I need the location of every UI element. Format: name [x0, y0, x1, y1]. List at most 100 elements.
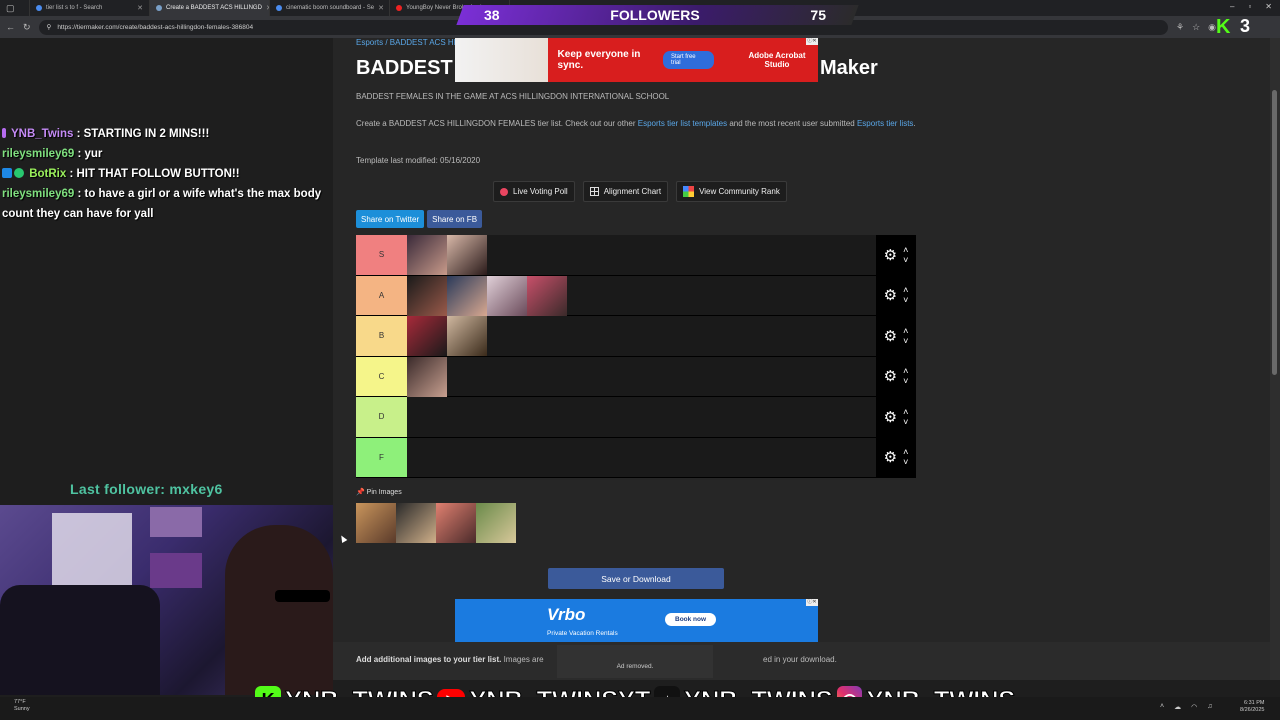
- pin-images-label[interactable]: 📌 Pin Images: [356, 488, 402, 496]
- tab-tier-list-search[interactable]: tier list s to f - Search ✕: [30, 0, 150, 16]
- close-icon[interactable]: ✕: [378, 4, 384, 12]
- tier-items[interactable]: [407, 397, 876, 437]
- page-scrollbar[interactable]: [1270, 38, 1280, 680]
- stream-chat: YNB_Twins : STARTING IN 2 MINS!!! rileys…: [2, 124, 322, 224]
- chevron-up-icon[interactable]: ˄: [903, 407, 908, 417]
- chevron-down-icon[interactable]: ˅: [903, 295, 908, 305]
- tier-label[interactable]: D: [356, 397, 407, 437]
- cloud-icon[interactable]: ☁: [1174, 703, 1181, 711]
- tab-search[interactable]: ▢: [0, 0, 30, 16]
- chevron-down-icon[interactable]: ˅: [903, 457, 908, 467]
- tier-image[interactable]: [527, 275, 567, 316]
- tier-image[interactable]: [447, 316, 487, 356]
- taskbar-clock[interactable]: 6:31 PM 8/26/2025: [1240, 700, 1264, 714]
- close-icon[interactable]: ✕: [137, 4, 143, 12]
- tier-image[interactable]: [407, 275, 447, 316]
- chevron-up-icon[interactable]: ˄: [903, 366, 908, 376]
- share-fb-button[interactable]: Share on FB: [427, 210, 483, 228]
- tier-image[interactable]: [407, 235, 447, 275]
- template-modified: Template last modified: 05/16/2020: [356, 156, 481, 165]
- tray-icons: ˄ ☁ ◠ ♫: [1160, 703, 1212, 711]
- pinned-image[interactable]: [476, 503, 516, 543]
- chevron-up-icon[interactable]: ˄: [1160, 703, 1164, 711]
- chevron-down-icon[interactable]: ˅: [903, 376, 908, 386]
- tier-items[interactable]: [407, 235, 876, 275]
- alignment-chart-button[interactable]: Alignment Chart: [582, 181, 669, 202]
- desc-text: and the most recent user submitted: [727, 119, 857, 128]
- tab-cinematic-boom[interactable]: cinematic boom soundboard - Se ✕: [270, 0, 390, 16]
- chevron-up-icon[interactable]: ˄: [903, 447, 908, 457]
- gear-icon[interactable]: ⚙: [884, 408, 897, 426]
- volume-icon[interactable]: ♫: [1207, 703, 1212, 711]
- chevron-down-icon[interactable]: ˅: [903, 417, 908, 427]
- share-twitter-button[interactable]: Share on Twitter: [356, 210, 425, 228]
- tiermaker-page: Esports / BADDEST ACS HILLIN BADDEST Mak…: [333, 38, 1270, 680]
- tab-tiermaker[interactable]: Create a BADDEST ACS HILLINGD✕: [150, 0, 270, 16]
- tab-menu-icon[interactable]: ▢: [6, 3, 15, 14]
- tier-label[interactable]: F: [356, 437, 407, 477]
- tier-label[interactable]: C: [356, 356, 407, 396]
- esports-templates-link[interactable]: Esports tier list templates: [638, 119, 727, 128]
- gear-icon[interactable]: ⚙: [884, 448, 897, 466]
- maximize-icon[interactable]: ▫: [1248, 2, 1251, 11]
- chevron-down-icon[interactable]: ˅: [903, 255, 908, 265]
- person: [225, 525, 333, 695]
- pinned-image[interactable]: [396, 503, 436, 543]
- chevron-down-icon[interactable]: ˅: [903, 336, 908, 346]
- wifi-icon[interactable]: ◠: [1191, 703, 1197, 711]
- wall-poster: [150, 553, 202, 588]
- tier-image[interactable]: [447, 275, 487, 316]
- tier-label[interactable]: A: [356, 275, 407, 315]
- tier-image[interactable]: [447, 235, 487, 275]
- site-info-icon[interactable]: ⚲: [47, 23, 52, 31]
- taskbar-weather[interactable]: 77°F Sunny: [14, 699, 30, 713]
- gear-icon[interactable]: ⚙: [884, 286, 897, 304]
- followers-current: 38: [484, 7, 500, 23]
- add-images-text: Add additional images to your tier list.…: [356, 655, 544, 664]
- chevron-up-icon[interactable]: ˄: [903, 285, 908, 295]
- tier-items[interactable]: [407, 356, 876, 397]
- reload-icon[interactable]: ↻: [23, 22, 31, 33]
- scroll-thumb[interactable]: [1272, 90, 1277, 375]
- pinned-image[interactable]: [356, 503, 396, 543]
- adobe-ad-banner[interactable]: Keep everyone in sync. Start free trial …: [455, 38, 818, 82]
- tier-row: A ⚙ ˄ ˅: [356, 275, 916, 316]
- live-voting-poll-button[interactable]: Live Voting Poll: [493, 181, 575, 202]
- chevron-up-icon[interactable]: ˄: [903, 245, 908, 255]
- tier-label[interactable]: S: [356, 235, 407, 275]
- gear-icon[interactable]: ⚙: [884, 246, 897, 264]
- close-window-icon[interactable]: ✕: [1265, 2, 1272, 11]
- desc-text: Create a BADDEST ACS HILLINGDON FEMALES …: [356, 119, 638, 128]
- gear-icon[interactable]: ⚙: [884, 367, 897, 385]
- profile-icon[interactable]: ◉: [1208, 22, 1216, 33]
- pin-icon: 📌: [356, 489, 365, 496]
- community-rank-button[interactable]: View Community Rank: [676, 181, 787, 202]
- tier-label[interactable]: B: [356, 316, 407, 356]
- tier-image[interactable]: [407, 316, 447, 356]
- pinned-image[interactable]: [436, 503, 476, 543]
- gear-icon[interactable]: ⚙: [884, 327, 897, 345]
- tier-items[interactable]: [407, 438, 876, 478]
- tier-items[interactable]: [407, 275, 876, 316]
- add-images-bold: Add additional images to your tier list.: [356, 655, 502, 664]
- tier-image[interactable]: [487, 275, 527, 316]
- ad-close-icon[interactable]: ⓘ✕: [806, 599, 818, 606]
- tier-image[interactable]: [407, 356, 447, 397]
- back-icon[interactable]: ←: [6, 22, 15, 32]
- chevron-up-icon[interactable]: ˄: [903, 326, 908, 336]
- vrbo-ad-banner[interactable]: Vrbo Private Vacation Rentals Book now ⓘ…: [455, 599, 818, 643]
- sunglasses: [275, 590, 330, 602]
- extensions-icon[interactable]: ⚘: [1176, 22, 1184, 33]
- esports-tier-lists-link[interactable]: Esports tier lists: [857, 119, 913, 128]
- tier-items[interactable]: [407, 316, 876, 356]
- ad-close-icon[interactable]: ⓘ✕: [806, 38, 818, 45]
- minimize-icon[interactable]: –: [1230, 2, 1234, 11]
- weather-temp: 77°F: [14, 699, 26, 705]
- tier-row: S ⚙ ˄ ˅: [356, 235, 916, 276]
- ad-removed-notice: Ad removed.: [557, 645, 713, 678]
- chat-username: rileysmiley69: [2, 188, 75, 200]
- book-now-button[interactable]: Book now: [665, 613, 717, 626]
- ad-cta-button[interactable]: Start free trial: [662, 51, 715, 69]
- save-download-button[interactable]: Save or Download: [548, 568, 724, 589]
- bookmark-icon[interactable]: ☆: [1192, 22, 1200, 33]
